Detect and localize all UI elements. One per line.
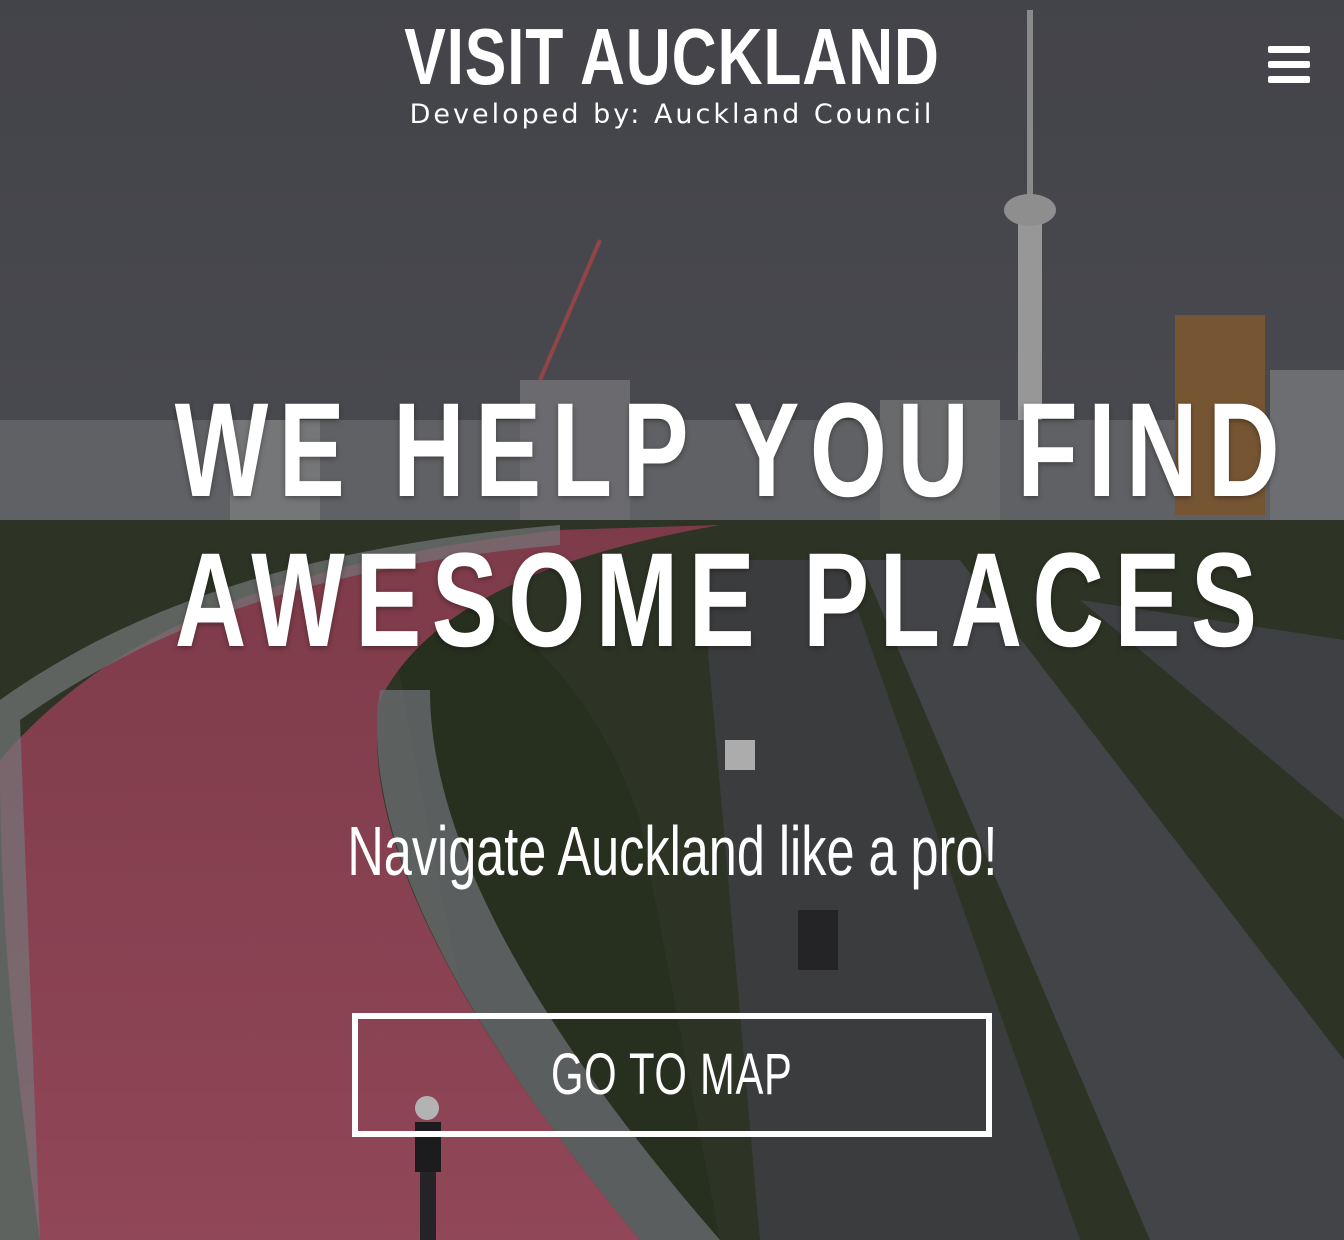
hamburger-menu-button[interactable] bbox=[1262, 46, 1316, 90]
hero-headline-line-1: WE HELP YOU FIND bbox=[174, 376, 1290, 525]
hamburger-menu-icon[interactable] bbox=[1262, 46, 1316, 83]
site-brand[interactable]: VISIT AUCKLAND Developed by: Auckland Co… bbox=[0, 14, 1344, 132]
hero-headline: WE HELP YOU FIND AWESOME PLACES bbox=[0, 376, 1344, 676]
hero-headline-line-2: AWESOME PLACES bbox=[174, 526, 1268, 675]
site-title[interactable]: VISIT AUCKLAND bbox=[148, 14, 1196, 100]
hero-tagline-text: Navigate Auckland like a pro! bbox=[346, 812, 997, 890]
go-to-map-label: GO TO MAP bbox=[551, 1042, 793, 1107]
site-subtitle: Developed by: Auckland Council bbox=[409, 99, 935, 130]
hero-tagline: Navigate Auckland like a pro! bbox=[0, 808, 1344, 894]
go-to-map-button[interactable]: GO TO MAP bbox=[352, 1013, 992, 1137]
